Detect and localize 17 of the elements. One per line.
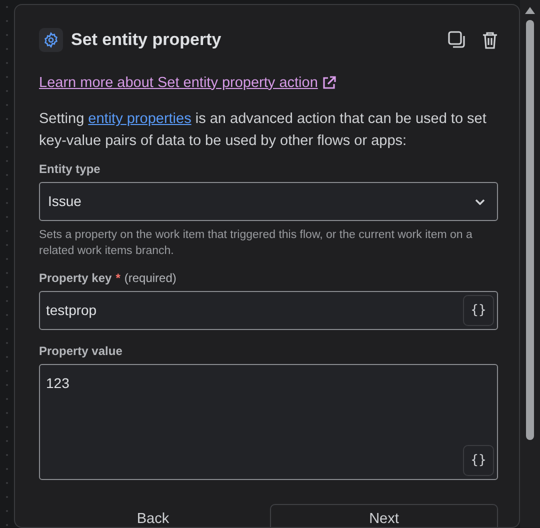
entity-type-select[interactable]: Issue <box>39 182 498 222</box>
required-mark: * <box>116 270 120 288</box>
field-label: Property value <box>39 343 124 360</box>
required-note: (required) <box>124 270 176 288</box>
back-button[interactable]: Back <box>39 504 267 527</box>
field-label: Entity type <box>39 161 102 178</box>
smart-value-button[interactable]: {} <box>463 445 494 476</box>
property-key-field[interactable]: testprop {} <box>39 291 498 330</box>
property-value-field[interactable]: 123 {} <box>39 364 498 480</box>
field-label: Property key <box>39 270 112 288</box>
entity-properties-link[interactable]: entity properties <box>88 111 192 128</box>
panel-title: Set entity property <box>71 29 222 51</box>
learn-more-link[interactable]: Learn more about Set entity property action <box>39 72 318 94</box>
intro-paragraph: Setting entity properties is an advanced action that can be used to set key-value pairs of data to be used by other flows or apps: <box>39 110 488 152</box>
help-text: Sets a property on the work item that triggered this flow, or the current work item on a related work items branch. <box>39 228 474 260</box>
smart-value-button[interactable]: {} <box>463 295 494 326</box>
next-button[interactable]: Next <box>270 504 498 527</box>
